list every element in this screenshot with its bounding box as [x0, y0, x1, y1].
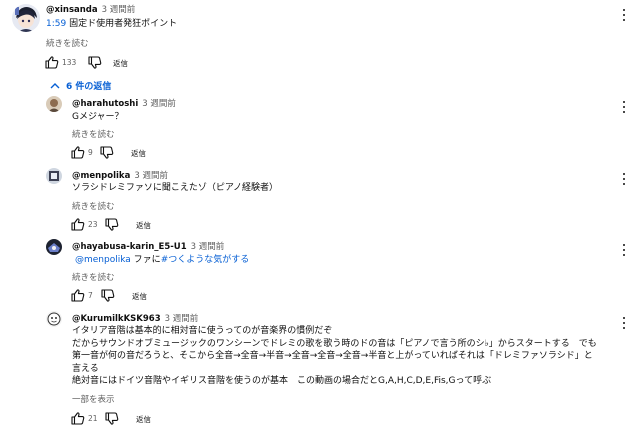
- read-more-button[interactable]: 続きを読む: [72, 200, 115, 212]
- author-handle[interactable]: @xinsanda: [46, 5, 98, 15]
- read-more-button[interactable]: 続きを読む: [72, 128, 115, 140]
- avatar[interactable]: [46, 168, 62, 184]
- like-count: 133: [62, 58, 77, 67]
- dislike-button[interactable]: [105, 218, 119, 231]
- like-count: 7: [88, 291, 93, 300]
- more-vert-icon[interactable]: [618, 243, 630, 257]
- dislike-button[interactable]: [88, 56, 102, 69]
- like-button[interactable]: [71, 218, 85, 231]
- reply-button[interactable]: 返信: [136, 220, 151, 231]
- comment-time[interactable]: 3 週間前: [134, 171, 168, 181]
- reply-button[interactable]: 返信: [131, 148, 146, 159]
- reply-text-line: だからサウンドオブミュージックのワンシーンでドレミの歌を歌う時のドの音は「ピアノ…: [72, 338, 597, 349]
- reply-text-line: 絶対音にはドイツ音階やイギリス音階を使うのが基本 この動画の場合だとG,A,H,…: [72, 376, 492, 386]
- read-more-button[interactable]: 続きを読む: [46, 37, 89, 49]
- thumb-up-icon: [45, 56, 59, 69]
- thumb-down-icon: [88, 56, 102, 69]
- comment-time[interactable]: 3 週間前: [191, 242, 225, 252]
- reply-text: @menpolika ファに#つくような気がする: [75, 255, 250, 265]
- like-button[interactable]: [45, 56, 59, 69]
- reply-button[interactable]: 返信: [113, 58, 128, 69]
- comment-text: 1:59 固定ド使用者発狂ポイント: [46, 19, 178, 29]
- author-handle[interactable]: @harahutoshi: [72, 99, 138, 109]
- like-count: 23: [88, 220, 98, 229]
- reply-text: ソラシドレミファソに聞こえたゾ（ピアノ経験者）: [72, 183, 279, 193]
- reply-author[interactable]: @hayabusa-karin_E5-U1 3 週間前: [72, 240, 224, 252]
- author-handle[interactable]: @menpolika: [72, 171, 130, 181]
- avatar[interactable]: [12, 4, 40, 32]
- author-handle[interactable]: @KurumilkKSK963: [72, 314, 161, 324]
- thumb-down-icon: [105, 412, 119, 425]
- thumb-down-icon: [101, 289, 115, 302]
- mention-link[interactable]: @menpolika: [75, 255, 131, 265]
- dislike-button[interactable]: [105, 412, 119, 425]
- reply-author[interactable]: @harahutoshi 3 週間前: [72, 97, 176, 109]
- reply-text: イタリア音階は基本的に相対音に使うってのが音楽界の慣例だぞ だからサウンドオブミ…: [72, 325, 617, 388]
- dislike-button[interactable]: [101, 289, 115, 302]
- avatar[interactable]: [46, 96, 62, 112]
- chevron-up-icon: [50, 82, 60, 88]
- avatar[interactable]: [46, 311, 62, 327]
- dislike-button[interactable]: [100, 146, 114, 159]
- thumb-up-icon: [71, 146, 85, 159]
- reply-text-line: 第一音が何の音だろうと、そこから全音→全音→半音→全音→全音→全音→半音と上がっ…: [72, 351, 593, 361]
- reply-text-line: 言える: [72, 363, 99, 374]
- show-less-button[interactable]: 一部を表示: [72, 393, 115, 405]
- more-vert-icon[interactable]: [618, 100, 630, 114]
- like-button[interactable]: [71, 146, 85, 159]
- like-count: 21: [88, 414, 98, 423]
- timestamp-link[interactable]: 1:59: [46, 19, 66, 29]
- thumb-down-icon: [105, 218, 119, 231]
- read-more-button[interactable]: 続きを読む: [72, 271, 115, 283]
- comment-time[interactable]: 3 週間前: [102, 5, 136, 15]
- comment-author[interactable]: @xinsanda 3 週間前: [46, 3, 135, 15]
- replies-toggle-button[interactable]: 6 件の返信: [50, 79, 111, 92]
- thumb-down-icon: [100, 146, 114, 159]
- more-vert-icon[interactable]: [618, 8, 630, 22]
- comment-time[interactable]: 3 週間前: [165, 314, 199, 324]
- thumb-up-icon: [71, 218, 85, 231]
- reply-text-line: イタリア音階は基本的に相対音に使うってのが音楽界の慣例だぞ: [72, 326, 333, 336]
- more-vert-icon[interactable]: [618, 316, 630, 330]
- reply-button[interactable]: 返信: [132, 291, 147, 302]
- author-handle[interactable]: @hayabusa-karin_E5-U1: [72, 242, 187, 252]
- reply-button[interactable]: 返信: [136, 414, 151, 425]
- reply-author[interactable]: @KurumilkKSK963 3 週間前: [72, 312, 198, 324]
- thumb-up-icon: [71, 289, 85, 302]
- like-button[interactable]: [71, 289, 85, 302]
- replies-count-label[interactable]: 6 件の返信: [66, 79, 111, 92]
- like-count: 9: [88, 148, 93, 157]
- thumb-up-icon: [71, 412, 85, 425]
- reply-author[interactable]: @menpolika 3 週間前: [72, 169, 168, 181]
- reply-text: Gメジャー？: [72, 112, 124, 122]
- more-vert-icon[interactable]: [618, 172, 630, 186]
- like-button[interactable]: [71, 412, 85, 425]
- hashtag-link[interactable]: #つくような気がする: [161, 255, 250, 265]
- comment-time[interactable]: 3 週間前: [142, 99, 176, 109]
- avatar[interactable]: [46, 239, 62, 255]
